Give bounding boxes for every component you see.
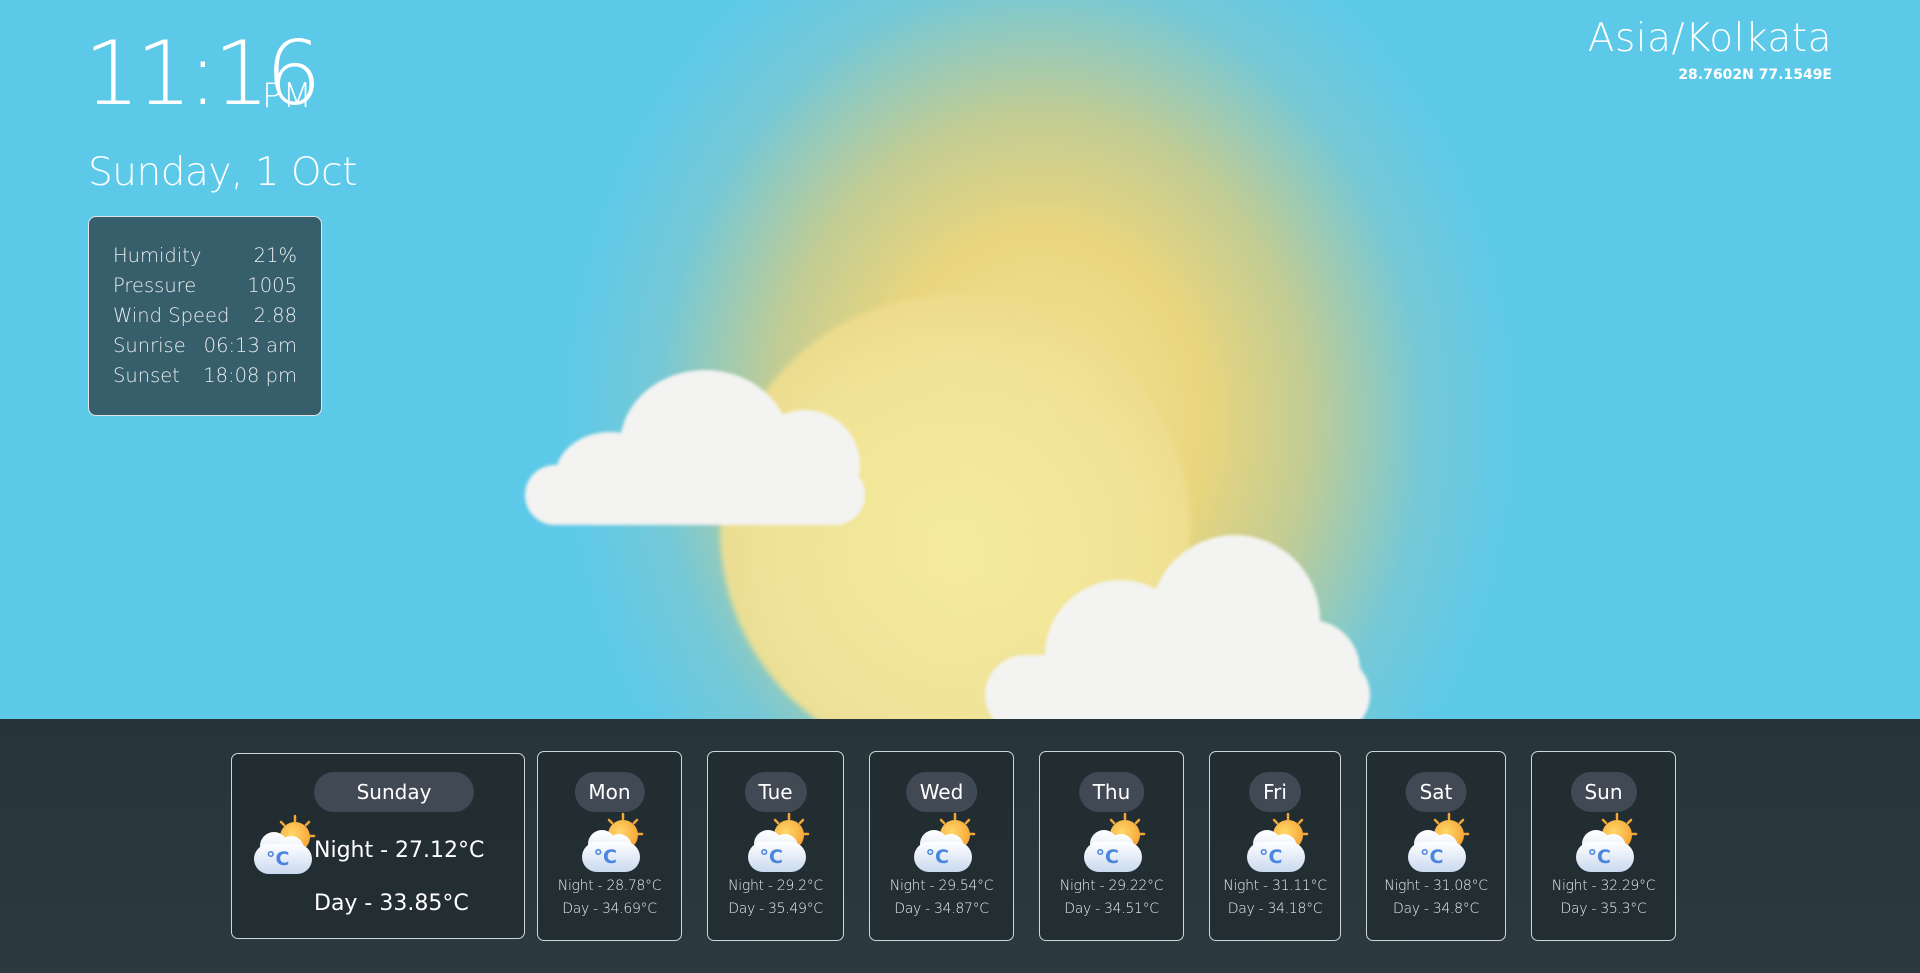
forecast-day-label: Tue bbox=[744, 772, 807, 812]
forecast-day-temp: Day - 35.49°C bbox=[728, 901, 823, 917]
forecast-card-wed: Wed °C Night - 29.54°C Day - 34.87°C bbox=[869, 751, 1014, 941]
sun-behind-cloud-icon: °C bbox=[1572, 812, 1637, 876]
forecast-day-temp: Day - 35.3°C bbox=[1560, 901, 1647, 917]
forecast-night-temp: Night - 29.22°C bbox=[1059, 878, 1164, 894]
forecast-card-sat: Sat °C Night - 31.08°C Day - 34.8°C bbox=[1366, 751, 1506, 941]
clock: 11:16 PM bbox=[84, 30, 322, 118]
detail-row-wind-speed: Wind Speed 2.88 bbox=[113, 301, 297, 331]
today-night-temp: Night - 27.12°C bbox=[314, 838, 485, 863]
detail-label: Humidity bbox=[113, 244, 202, 267]
forecast-night-temp: Night - 28.78°C bbox=[557, 878, 662, 894]
sun-behind-cloud-icon: °C bbox=[910, 812, 975, 876]
today-day-label: Sunday bbox=[314, 772, 474, 812]
forecast-day-label: Sat bbox=[1405, 772, 1467, 812]
location-info: Asia/Kolkata 28.7602N 77.1549E bbox=[1588, 16, 1832, 83]
cloud-image-right bbox=[985, 535, 1375, 719]
forecast-card-thu: Thu °C Night - 29.22°C Day - 34.51°C bbox=[1039, 751, 1184, 941]
detail-value: 18:08 pm bbox=[203, 364, 297, 387]
sun-behind-cloud-icon: °C bbox=[1404, 812, 1470, 876]
forecast-card-tue: Tue °C Night - 29.2°C Day - 35.49°C bbox=[707, 751, 844, 941]
detail-label: Wind Speed bbox=[113, 304, 230, 327]
clock-ampm: PM bbox=[262, 76, 312, 116]
forecast-day-temp: Day - 34.18°C bbox=[1227, 901, 1323, 917]
detail-row-humidity: Humidity 21% bbox=[113, 241, 297, 271]
cloud-image-left bbox=[525, 370, 875, 525]
forecast-day-label: Mon bbox=[574, 772, 645, 812]
forecast-day-label: Wed bbox=[905, 772, 978, 812]
detail-label: Sunset bbox=[113, 364, 180, 387]
detail-label: Sunrise bbox=[113, 334, 186, 357]
forecast-day-temp: Day - 34.8°C bbox=[1393, 901, 1479, 917]
forecast-night-temp: Night - 29.54°C bbox=[889, 878, 994, 894]
sun-behind-cloud-icon: °C bbox=[250, 814, 316, 878]
forecast-night-temp: Night - 29.2°C bbox=[728, 878, 823, 894]
forecast-day-temp: Day - 34.69°C bbox=[562, 901, 657, 917]
timezone-label: Asia/Kolkata bbox=[1587, 16, 1832, 61]
forecast-card-sun: Sun °C Night - 32.29°C Day - 35.3°C bbox=[1531, 751, 1676, 941]
detail-row-sunrise: Sunrise 06:13 am bbox=[113, 331, 297, 361]
detail-value: 21% bbox=[253, 244, 297, 267]
forecast-day-temp: Day - 34.51°C bbox=[1064, 901, 1159, 917]
sun-behind-cloud-icon: °C bbox=[578, 812, 643, 876]
sun-behind-cloud-icon: °C bbox=[744, 812, 809, 876]
detail-label: Pressure bbox=[113, 274, 197, 297]
forecast-night-temp: Night - 31.08°C bbox=[1384, 878, 1488, 894]
forecast-day-label: Thu bbox=[1078, 772, 1145, 812]
current-date: Sunday, 1 Oct bbox=[88, 150, 357, 195]
detail-value: 2.88 bbox=[253, 304, 297, 327]
forecast-day-temp: Day - 34.87°C bbox=[894, 901, 989, 917]
forecast-card-mon: Mon °C Night - 28.78°C Day - 34.69°C bbox=[537, 751, 682, 941]
today-forecast-card: Sunday °C Night - 27.12°C Day - 33.85°C bbox=[231, 753, 525, 939]
forecast-day-label: Sun bbox=[1570, 772, 1637, 812]
detail-value: 06:13 am bbox=[203, 334, 297, 357]
detail-row-sunset: Sunset 18:08 pm bbox=[113, 361, 297, 391]
forecast-day-label: Fri bbox=[1249, 772, 1301, 812]
detail-value: 1005 bbox=[247, 274, 297, 297]
sun-behind-cloud-icon: °C bbox=[1080, 812, 1145, 876]
today-day-temp: Day - 33.85°C bbox=[314, 891, 469, 916]
forecast-night-temp: Night - 31.11°C bbox=[1223, 878, 1327, 894]
coordinates-label: 28.7602N 77.1549E bbox=[1678, 67, 1832, 83]
detail-row-pressure: Pressure 1005 bbox=[113, 271, 297, 301]
weather-details-panel: Humidity 21% Pressure 1005 Wind Speed 2.… bbox=[88, 216, 322, 416]
forecast-night-temp: Night - 32.29°C bbox=[1551, 878, 1656, 894]
forecast-card-fri: Fri °C Night - 31.11°C Day - 34.18°C bbox=[1209, 751, 1341, 941]
sun-behind-cloud-icon: °C bbox=[1243, 812, 1309, 876]
